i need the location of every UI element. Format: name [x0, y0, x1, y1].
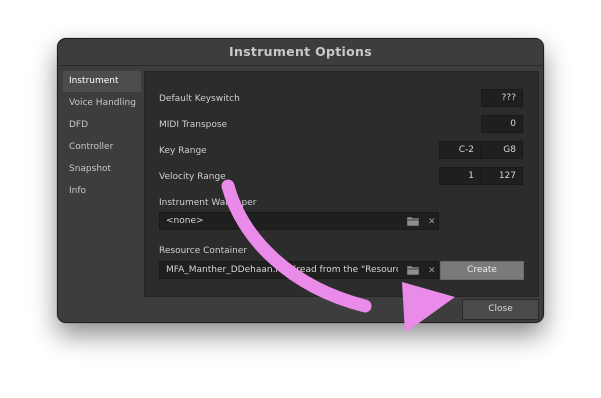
- midi-transpose-field[interactable]: 0: [481, 115, 523, 133]
- velocity-range-high-field[interactable]: 127: [481, 167, 523, 185]
- velocity-range-low-field[interactable]: 1: [439, 167, 481, 185]
- key-range-low-field[interactable]: C-2: [439, 141, 481, 159]
- close-icon[interactable]: ✕: [428, 266, 436, 276]
- sidebar-item-info[interactable]: Info: [63, 181, 141, 202]
- folder-icon[interactable]: [407, 216, 419, 226]
- stage: Instrument Options Instrument Voice Hand…: [0, 0, 601, 398]
- instrument-wallpaper-field[interactable]: <none> ✕: [159, 212, 439, 230]
- default-keyswitch-field[interactable]: ???: [481, 89, 523, 107]
- sidebar-item-snapshot[interactable]: Snapshot: [63, 159, 141, 180]
- default-keyswitch-label: Default Keyswitch: [159, 94, 240, 104]
- instrument-wallpaper-label: Instrument Wallpaper: [159, 198, 257, 208]
- resource-container-label: Resource Container: [159, 246, 248, 256]
- sidebar-item-instrument[interactable]: Instrument: [63, 71, 141, 92]
- instrument-options-dialog: Instrument Options Instrument Voice Hand…: [57, 38, 544, 323]
- resource-container-field[interactable]: MFA_Manther_DDehaan.nkr (read from the "…: [159, 261, 439, 279]
- sidebar-item-voice-handling[interactable]: Voice Handling: [63, 93, 141, 114]
- key-range-high-field[interactable]: G8: [481, 141, 523, 159]
- close-button[interactable]: Close: [462, 299, 539, 320]
- instrument-wallpaper-value: <none>: [166, 216, 204, 226]
- midi-transpose-label: MIDI Transpose: [159, 120, 228, 130]
- instrument-settings-panel: Default Keyswitch ??? MIDI Transpose 0 K…: [144, 71, 539, 297]
- sidebar-item-dfd[interactable]: DFD: [63, 115, 141, 136]
- create-button[interactable]: Create: [440, 261, 524, 280]
- title-bar[interactable]: Instrument Options: [58, 39, 543, 66]
- sidebar: Instrument Voice Handling DFD Controller…: [63, 71, 141, 203]
- key-range-label: Key Range: [159, 146, 207, 156]
- sidebar-item-controller[interactable]: Controller: [63, 137, 141, 158]
- velocity-range-label: Velocity Range: [159, 172, 226, 182]
- dialog-title: Instrument Options: [229, 44, 372, 59]
- folder-icon[interactable]: [407, 265, 419, 275]
- resource-container-value: MFA_Manther_DDehaan.nkr (read from the "…: [166, 265, 398, 275]
- close-icon[interactable]: ✕: [428, 217, 436, 227]
